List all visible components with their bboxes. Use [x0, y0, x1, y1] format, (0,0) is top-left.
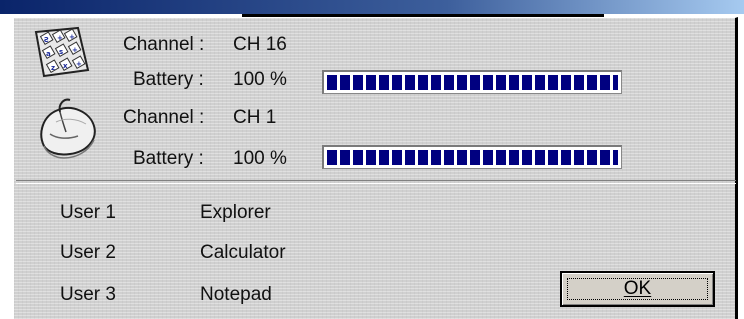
- ok-button-label: OK: [623, 278, 652, 299]
- svg-text:+: +: [72, 46, 78, 54]
- mouse-channel-label: Channel :: [123, 107, 205, 128]
- user-2-app: Calculator: [200, 242, 286, 263]
- mouse-battery-label: Battery :: [133, 148, 204, 169]
- user-2-name: User 2: [60, 242, 116, 263]
- svg-text:x: x: [63, 62, 68, 70]
- mouse-battery-bar: [322, 145, 622, 169]
- keyboard-battery-value: 100 %: [233, 69, 287, 90]
- svg-text:z: z: [51, 64, 55, 72]
- ok-button[interactable]: OK: [560, 271, 715, 307]
- keyboard-channel-value: CH 16: [233, 34, 287, 55]
- svg-text:Ƨ: Ƨ: [44, 36, 49, 44]
- mouse-battery-value: 100 %: [233, 148, 287, 169]
- keyboard-icon: Ƨ + + a s + z x +: [34, 26, 90, 83]
- title-bar[interactable]: [0, 0, 744, 14]
- mouse-channel-value: CH 1: [233, 107, 277, 128]
- keyboard-channel-label: Channel :: [123, 34, 205, 55]
- section-divider: [16, 180, 736, 184]
- svg-text:+: +: [69, 33, 75, 41]
- svg-text:+: +: [76, 60, 82, 68]
- user-3-name: User 3: [60, 284, 116, 305]
- ok-focus-rect: OK: [567, 278, 708, 300]
- svg-text:a: a: [46, 50, 51, 58]
- svg-text:+: +: [57, 34, 63, 42]
- device-status-dialog: Ƨ + + a s + z x + Channel : CH 16 Battery : 10…: [12, 17, 738, 319]
- user-1-name: User 1: [60, 202, 116, 223]
- mouse-icon: [36, 94, 98, 165]
- keyboard-battery-fill: [327, 75, 618, 90]
- svg-text:s: s: [59, 48, 63, 56]
- keyboard-battery-bar: [322, 70, 622, 94]
- user-3-app: Notepad: [200, 284, 272, 305]
- user-1-app: Explorer: [200, 202, 271, 223]
- mouse-battery-fill: [327, 150, 618, 165]
- keyboard-battery-label: Battery :: [133, 69, 204, 90]
